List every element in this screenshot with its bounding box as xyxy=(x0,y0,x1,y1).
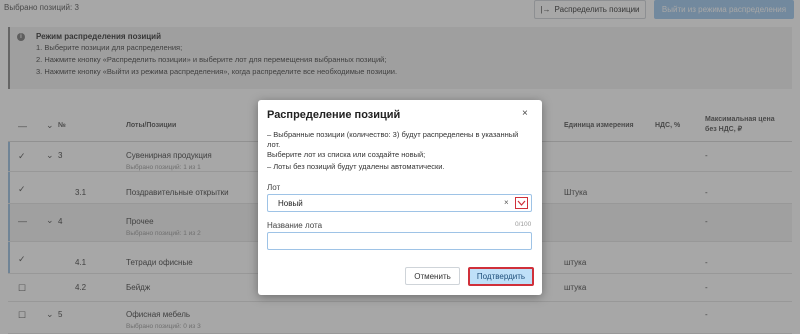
lot-select[interactable]: Новый × xyxy=(267,194,532,212)
dialog-note: Выберите лот из списка или создайте новы… xyxy=(267,150,426,159)
distribute-positions-dialog: Распределение позиций × – Выбранные пози… xyxy=(258,100,542,295)
dialog-note: – Лоты без позиций будут удалены автомат… xyxy=(267,162,445,171)
dialog-note: лот. xyxy=(267,140,281,149)
lot-name-input[interactable] xyxy=(267,232,532,250)
chevron-down-icon[interactable] xyxy=(515,197,528,209)
confirm-button[interactable]: Подтвердить xyxy=(468,267,534,286)
lot-select-value: Новый xyxy=(278,199,303,208)
lot-label: Лот xyxy=(267,183,281,192)
cancel-button[interactable]: Отменить xyxy=(405,267,460,285)
close-icon[interactable]: × xyxy=(522,108,528,119)
lot-name-label: Название лота xyxy=(267,221,323,230)
dialog-note: – Выбранные позиции (количество: 3) буду… xyxy=(267,130,519,139)
lot-name-counter: 0/100 xyxy=(515,221,532,228)
dialog-title: Распределение позиций xyxy=(267,109,401,121)
clear-icon[interactable]: × xyxy=(504,198,509,207)
